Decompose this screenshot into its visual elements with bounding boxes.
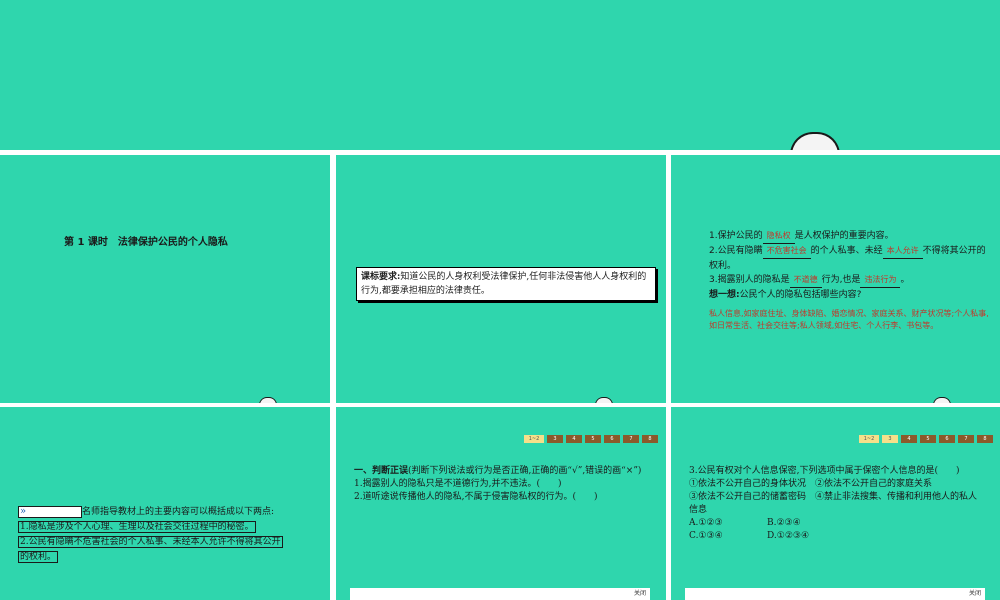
text: 2.公民有隐瞒 <box>709 246 763 256</box>
mascot-head-icon <box>790 132 840 150</box>
think-label: 想一想: <box>709 290 740 300</box>
fill-line-3: 3.揭露别人的隐私是 不道德 行为,也是 违法行为。 <box>689 273 989 288</box>
point-1-text: 1.隐私是涉及个人心理、生理以及社会交往过程中的秘密。 <box>18 521 256 533</box>
summary-box: 名师指导教材上的主要内容可以概括成以下两点: 1.隐私是涉及个人心理、生理以及社… <box>18 504 314 565</box>
question-1: 1.揭露别人的隐私只是不道德行为,并不违法。( ) <box>354 479 562 489</box>
page-button[interactable]: 5 <box>585 435 601 443</box>
text: 3.揭露别人的隐私是 <box>709 275 790 285</box>
text: 是人权保护的重要内容。 <box>794 231 894 241</box>
page-navigation: 1~2 3 4 5 6 7 8 <box>524 435 658 443</box>
close-link[interactable]: 关闭 <box>350 588 650 600</box>
summary-intro: 名师指导教材上的主要内容可以概括成以下两点: <box>18 504 314 520</box>
page-button[interactable]: 3 <box>882 435 898 443</box>
choice-question: 3.公民有权对个人信息保密,下列选项中属于保密个人信息的是( ) ①依法不公开自… <box>689 465 984 543</box>
fill-line-2: 2.公民有隐瞒 不危害社会 的个人私事、未经 本人允许 不得将其公开的权利。 <box>689 244 989 273</box>
slide-thumbnail-4[interactable]: 名师指导教材上的主要内容可以概括成以下两点: 1.隐私是涉及个人心理、生理以及社… <box>0 407 330 600</box>
question-3: 3.公民有权对个人信息保密,下列选项中属于保密个人信息的是( ) <box>689 466 960 476</box>
top-slide-partial <box>0 0 1000 150</box>
close-link[interactable]: 关闭 <box>685 588 985 600</box>
page-button[interactable]: 4 <box>566 435 582 443</box>
summary-point-2-cont: 的权利。 <box>18 550 314 565</box>
options-line-1: ①依法不公开自己的身体状况 ②依法不公开自己的家庭关系 <box>689 479 933 489</box>
choice-b[interactable]: B.②③④ <box>767 518 801 528</box>
page-navigation: 1~2 3 4 5 6 7 8 <box>859 435 993 443</box>
judgement-heading: 一、判断正误(判断下列说法或行为是否正确,正确的画“√”,错误的画“×”) <box>354 465 654 478</box>
curriculum-requirement-box: 课标要求:知道公民的人身权利受法律保护,任何非法侵害他人人身权利的行为,都要承担… <box>356 267 656 301</box>
heading-note: (判断下列说法或行为是否正确,正确的画“√”,错误的画“×”) <box>408 466 642 476</box>
answer-blank: 违法行为 <box>860 273 901 288</box>
slide-thumbnail-6[interactable]: 1~2 3 4 5 6 7 8 3.公民有权对个人信息保密,下列选项中属于保密个… <box>671 407 1000 600</box>
mascot-head-icon <box>259 397 277 403</box>
slide-thumbnail-3[interactable]: 1.保护公民的 隐私权 是人权保护的重要内容。 2.公民有隐瞒 不危害社会 的个人私事、… <box>671 155 1000 403</box>
double-arrow-icon <box>18 504 82 519</box>
mascot-head-icon <box>595 397 613 403</box>
answer-blank: 本人允许 <box>882 244 923 259</box>
judgement-section: 一、判断正误(判断下列说法或行为是否正确,正确的画“√”,错误的画“×”) 1.… <box>354 465 654 504</box>
think-line: 想一想:公民个人的隐私包括哪些内容? <box>689 288 989 302</box>
intro-text: 名师指导教材上的主要内容可以概括成以下两点: <box>82 507 275 517</box>
point-2-text-cont: 的权利。 <box>18 551 59 563</box>
page-button[interactable]: 1~2 <box>859 435 879 443</box>
page-button[interactable]: 4 <box>901 435 917 443</box>
page-button[interactable]: 7 <box>958 435 974 443</box>
answer-row-1: A.①②③ B.②③④ <box>689 517 984 530</box>
question-2: 2.道听途说传播他人的隐私,不属于侵害隐私权的行为。( ) <box>354 492 598 502</box>
text: 。 <box>900 275 910 285</box>
text: 的个人私事、未经 <box>810 246 883 256</box>
fill-in-section: 1.保护公民的 隐私权 是人权保护的重要内容。 2.公民有隐瞒 不危害社会 的个人私事、… <box>689 229 989 332</box>
slide-thumbnail-1[interactable]: 第 1 课时 法律保护公民的个人隐私 <box>0 155 330 403</box>
page-button[interactable]: 8 <box>642 435 658 443</box>
page-button[interactable]: 5 <box>920 435 936 443</box>
choice-a[interactable]: A.①②③ <box>689 517 767 530</box>
options-line-2: ③依法不公开自己的储蓄密码 ④禁止非法搜集、传播和利用他人的私人信息 <box>689 492 978 515</box>
page-button[interactable]: 8 <box>977 435 993 443</box>
answer-row-2: C.①③④ D.①②③④ <box>689 530 984 543</box>
page-button[interactable]: 6 <box>939 435 955 443</box>
fill-line-1: 1.保护公民的 隐私权 是人权保护的重要内容。 <box>689 229 989 244</box>
point-2-text: 2.公民有隐瞒不危害社会的个人私事、未经本人允许不得将其公开 <box>18 536 283 548</box>
think-answer: 私人信息,如家庭住址、身体缺陷、婚恋情况、家庭关系、财产状况等;个人私事,如日常… <box>709 309 989 330</box>
text: 行为,也是 <box>821 275 861 285</box>
answer-blank: 不道德 <box>789 273 822 288</box>
summary-point-2: 2.公民有隐瞒不危害社会的个人私事、未经本人允许不得将其公开 <box>18 535 314 550</box>
page-button[interactable]: 6 <box>604 435 620 443</box>
lesson-title: 第 1 课时 法律保护公民的个人隐私 <box>64 237 228 248</box>
requirement-label: 课标要求: <box>361 272 401 282</box>
heading-text: 一、判断正误 <box>354 466 409 476</box>
choice-c[interactable]: C.①③④ <box>689 530 767 543</box>
page-button[interactable]: 3 <box>547 435 563 443</box>
page-button[interactable]: 1~2 <box>524 435 544 443</box>
mascot-head-icon <box>933 397 951 403</box>
page-button[interactable]: 7 <box>623 435 639 443</box>
choice-d[interactable]: D.①②③④ <box>767 531 809 541</box>
think-question: 公民个人的隐私包括哪些内容? <box>739 290 862 300</box>
slide-thumbnail-2[interactable]: 课标要求:知道公民的人身权利受法律保护,任何非法侵害他人人身权利的行为,都要承担… <box>336 155 666 403</box>
answer-blank: 隐私权 <box>762 229 795 244</box>
answer-blank: 不危害社会 <box>762 244 811 259</box>
slide-thumbnail-5[interactable]: 1~2 3 4 5 6 7 8 一、判断正误(判断下列说法或行为是否正确,正确的… <box>336 407 666 600</box>
text: 1.保护公民的 <box>709 231 763 241</box>
requirement-text: 知道公民的人身权利受法律保护,任何非法侵害他人人身权利的行为,都要承担相应的法律… <box>361 272 647 296</box>
summary-point-1: 1.隐私是涉及个人心理、生理以及社会交往过程中的秘密。 <box>18 520 314 535</box>
